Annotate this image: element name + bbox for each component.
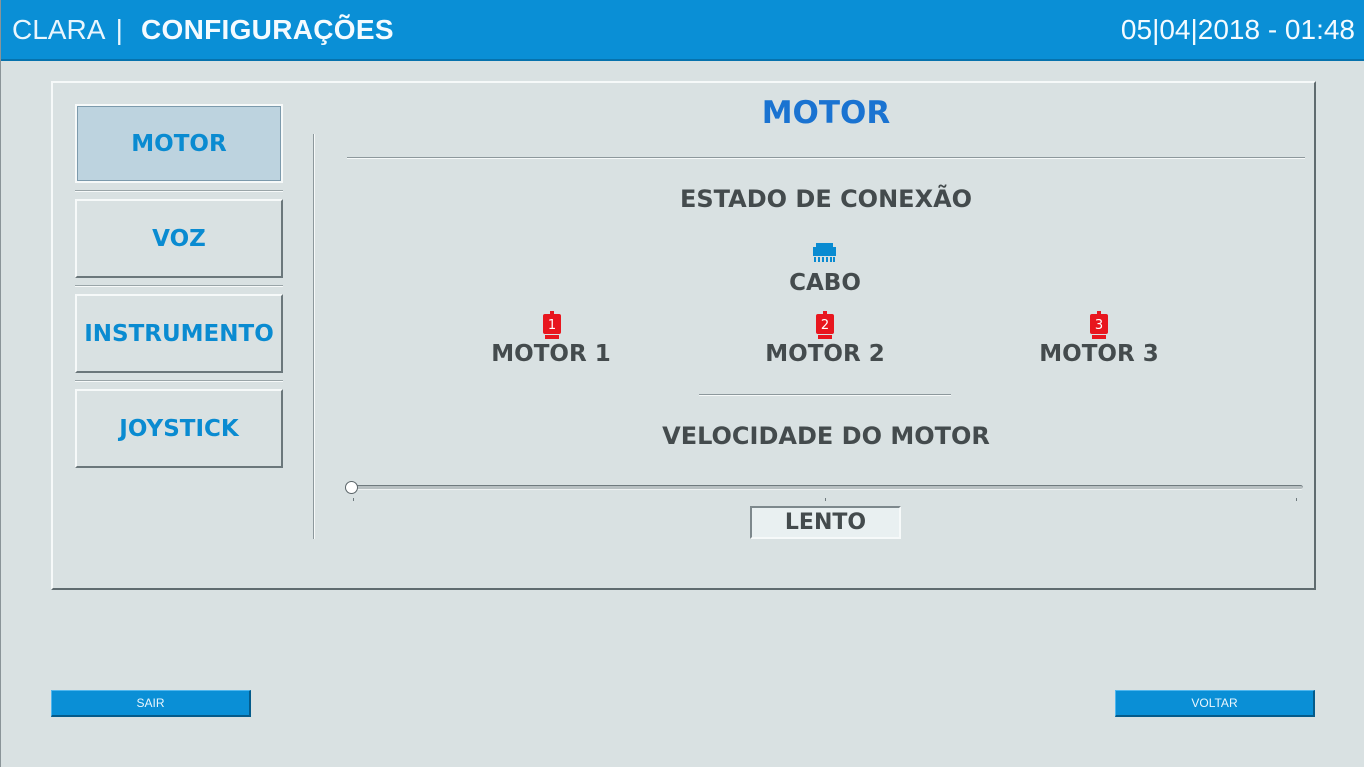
motor-3-label: MOTOR 3: [1039, 341, 1159, 367]
motor-2-number: 2: [821, 318, 829, 333]
motor-2-label: MOTOR 2: [765, 341, 885, 367]
page-title: CONFIGURAÇÕES: [141, 14, 394, 45]
motor-speed-slider-handle[interactable]: [345, 481, 358, 494]
panel-vertical-divider: [313, 134, 315, 539]
nav-button-motor[interactable]: MOTOR: [75, 104, 283, 183]
nav-button-instrumento[interactable]: INSTRUMENTO: [75, 294, 283, 373]
nav-divider: [75, 285, 283, 287]
motor-1-number: 1: [548, 318, 556, 333]
app-name-text: CLARA: [12, 14, 104, 45]
nav-button-joystick[interactable]: JOYSTICK: [75, 389, 283, 468]
back-button[interactable]: VOLTAR: [1115, 690, 1315, 717]
slider-tick: [825, 498, 826, 501]
title-separator: |: [115, 14, 123, 45]
nav-button-voz[interactable]: VOZ: [75, 199, 283, 278]
slider-tick: [1296, 498, 1297, 501]
date-time: 05|04|2018 - 01:48: [1120, 14, 1355, 45]
motor-1-label: MOTOR 1: [491, 341, 611, 367]
exit-button[interactable]: SAIR: [51, 690, 251, 717]
app-name: CLARA |: [12, 14, 123, 46]
connection-status-heading: ESTADO DE CONEXÃO: [679, 185, 973, 213]
motor-speed-slider[interactable]: [345, 481, 1303, 494]
motor-1-status-icon: 1: [543, 311, 561, 339]
settings-panel: MOTOR VOZ INSTRUMENTO JOYSTICK MOTOR EST…: [51, 81, 1316, 590]
motor-speed-heading: VELOCIDADE DO MOTOR: [662, 422, 990, 450]
motor-3-status-icon: 3: [1090, 311, 1108, 339]
motor-3-number: 3: [1095, 318, 1103, 333]
title-bar: CLARA | CONFIGURAÇÕES 05|04|2018 - 01:48: [1, 0, 1364, 61]
nav-divider: [75, 190, 283, 192]
nav-divider: [75, 380, 283, 382]
motor-2-status-icon: 2: [816, 311, 834, 339]
section-title: MOTOR: [761, 95, 891, 131]
cable-label: CABO: [789, 270, 861, 296]
speed-section-divider: [699, 394, 951, 396]
motor-speed-value: LENTO: [750, 506, 901, 539]
section-title-divider: [347, 157, 1305, 159]
slider-tick: [353, 498, 354, 501]
ethernet-connector-icon: [813, 243, 836, 262]
